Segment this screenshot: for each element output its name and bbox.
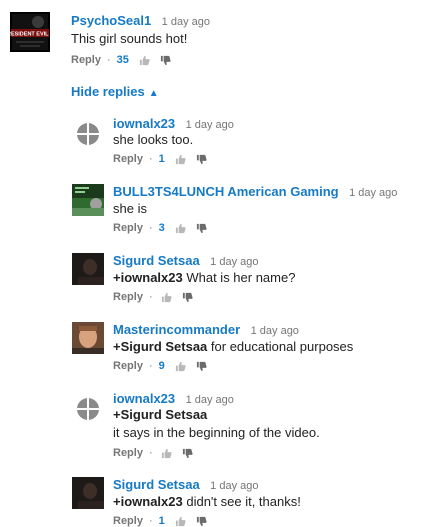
resident-evil-avatar-image: RESIDENT EVIL 3 <box>10 12 50 52</box>
author-line: Sigurd Setsaa 1 day ago <box>113 252 258 270</box>
separator-dot: · <box>148 222 153 234</box>
comment-text-content: didn't see it, thanks! <box>182 494 301 509</box>
comment-text: +iownalx23 What is her name? <box>113 269 295 286</box>
author-name[interactable]: Sigurd Setsaa <box>113 253 200 268</box>
reply-button[interactable]: Reply <box>113 360 143 372</box>
avatar[interactable]: RESIDENT EVIL 3 <box>10 12 50 52</box>
author-name[interactable]: Masterincommander <box>113 322 240 337</box>
comment-text: This girl sounds hot! <box>71 31 188 46</box>
user-photo-avatar-image <box>72 253 104 285</box>
comment-text: she is <box>113 201 147 216</box>
like-count: 35 <box>116 54 129 66</box>
default-user-icon <box>76 122 100 146</box>
comment-text: +Sigurd Setsaa for educational purposes <box>113 338 353 355</box>
reply-comment: BULL3TS4LUNCH American Gaming 1 day ago … <box>0 180 431 242</box>
reply-button[interactable]: Reply <box>113 447 143 459</box>
reply-comment: iownalx23 1 day ago she looks too. Reply… <box>0 112 431 172</box>
hide-replies-label: Hide replies <box>71 84 145 99</box>
separator-dot: · <box>148 291 153 303</box>
like-count: 9 <box>158 360 165 372</box>
like-count: 3 <box>158 222 165 234</box>
svg-text:RESIDENT EVIL 3: RESIDENT EVIL 3 <box>10 32 50 38</box>
separator-dot: · <box>148 515 153 527</box>
avatar[interactable] <box>72 118 104 150</box>
author-name[interactable]: iownalx23 <box>113 391 175 406</box>
thumbs-down-icon[interactable] <box>196 516 207 527</box>
avatar[interactable] <box>72 184 104 216</box>
comment-actions: Reply · 1 <box>113 515 207 527</box>
thumbs-up-icon[interactable] <box>175 223 186 234</box>
thumbs-down-icon[interactable] <box>182 292 193 303</box>
reply-comment: Sigurd Setsaa 1 day ago +iownalx23 didn'… <box>0 473 431 527</box>
comment-actions: Reply · 35 <box>71 54 171 66</box>
separator-dot: · <box>148 447 153 459</box>
comment-actions: Reply · 9 <box>113 360 207 372</box>
thumbs-down-icon[interactable] <box>196 154 207 165</box>
comment-text: +Sigurd Setsaa <box>113 406 207 423</box>
author-name[interactable]: PsychoSeal1 <box>71 13 151 28</box>
author-line: Sigurd Setsaa 1 day ago <box>113 476 258 494</box>
like-count: 1 <box>158 153 165 165</box>
user-mention[interactable]: +Sigurd Setsaa <box>113 339 207 354</box>
comment-actions: Reply · 3 <box>113 222 207 234</box>
comment-text-content: What is her name? <box>182 270 296 285</box>
timestamp[interactable]: 1 day ago <box>186 394 234 406</box>
thumbs-up-icon[interactable] <box>175 361 186 372</box>
hide-replies-toggle[interactable]: Hide replies ▲ <box>71 84 159 99</box>
thumbs-up-icon[interactable] <box>175 516 186 527</box>
reply-button[interactable]: Reply <box>71 54 101 66</box>
reply-button[interactable]: Reply <box>113 515 143 527</box>
timestamp[interactable]: 1 day ago <box>186 119 234 131</box>
gaming-channel-avatar-image <box>72 184 104 216</box>
user-mention[interactable]: +iownalx23 <box>113 270 183 285</box>
separator-dot: · <box>148 360 153 372</box>
comment-text-line-2: it says in the beginning of the video. <box>113 425 320 440</box>
like-count: 1 <box>158 515 165 527</box>
author-name[interactable]: Sigurd Setsaa <box>113 477 200 492</box>
avatar[interactable] <box>72 253 104 285</box>
reply-button[interactable]: Reply <box>113 222 143 234</box>
user-photo-avatar-image <box>72 477 104 509</box>
thumbs-down-icon[interactable] <box>160 55 171 66</box>
author-line: BULL3TS4LUNCH American Gaming 1 day ago <box>113 183 397 201</box>
thumbs-up-icon[interactable] <box>139 55 150 66</box>
timestamp[interactable]: 1 day ago <box>162 16 210 28</box>
timestamp[interactable]: 1 day ago <box>349 187 397 199</box>
user-mention[interactable]: +iownalx23 <box>113 494 183 509</box>
comment-text-content: for educational purposes <box>207 339 354 354</box>
thumbs-down-icon[interactable] <box>196 361 207 372</box>
avatar[interactable] <box>72 322 104 354</box>
author-line: Masterincommander 1 day ago <box>113 321 299 339</box>
thumbs-up-icon[interactable] <box>161 292 172 303</box>
reply-comment: Masterincommander 1 day ago +Sigurd Sets… <box>0 318 431 380</box>
default-user-icon <box>76 397 100 421</box>
separator-dot: · <box>106 54 111 66</box>
comment-actions: Reply · 1 <box>113 153 207 165</box>
timestamp[interactable]: 1 day ago <box>251 325 299 337</box>
chevron-up-icon: ▲ <box>148 88 159 99</box>
comment-actions: Reply · <box>113 291 193 303</box>
reply-button[interactable]: Reply <box>113 291 143 303</box>
thumbs-up-icon[interactable] <box>175 154 186 165</box>
separator-dot: · <box>148 153 153 165</box>
user-photo-avatar-image <box>72 322 104 354</box>
avatar[interactable] <box>72 477 104 509</box>
timestamp[interactable]: 1 day ago <box>210 480 258 492</box>
author-name[interactable]: BULL3TS4LUNCH American Gaming <box>113 184 339 199</box>
top-comment: RESIDENT EVIL 3 PsychoSeal1 1 day ago Th… <box>0 0 431 80</box>
comment-text: +iownalx23 didn't see it, thanks! <box>113 493 301 510</box>
user-mention[interactable]: +Sigurd Setsaa <box>113 407 207 422</box>
author-line: PsychoSeal1 1 day ago <box>71 12 210 30</box>
reply-button[interactable]: Reply <box>113 153 143 165</box>
thumbs-down-icon[interactable] <box>182 448 193 459</box>
reply-comment: Sigurd Setsaa 1 day ago +iownalx23 What … <box>0 249 431 311</box>
thumbs-down-icon[interactable] <box>196 223 207 234</box>
avatar[interactable] <box>72 393 104 425</box>
comment-actions: Reply · <box>113 447 193 459</box>
reply-comment: iownalx23 1 day ago +Sigurd Setsaa it sa… <box>0 387 431 467</box>
author-name[interactable]: iownalx23 <box>113 116 175 131</box>
comment-text: she looks too. <box>113 132 194 147</box>
timestamp[interactable]: 1 day ago <box>210 256 258 268</box>
thumbs-up-icon[interactable] <box>161 448 172 459</box>
